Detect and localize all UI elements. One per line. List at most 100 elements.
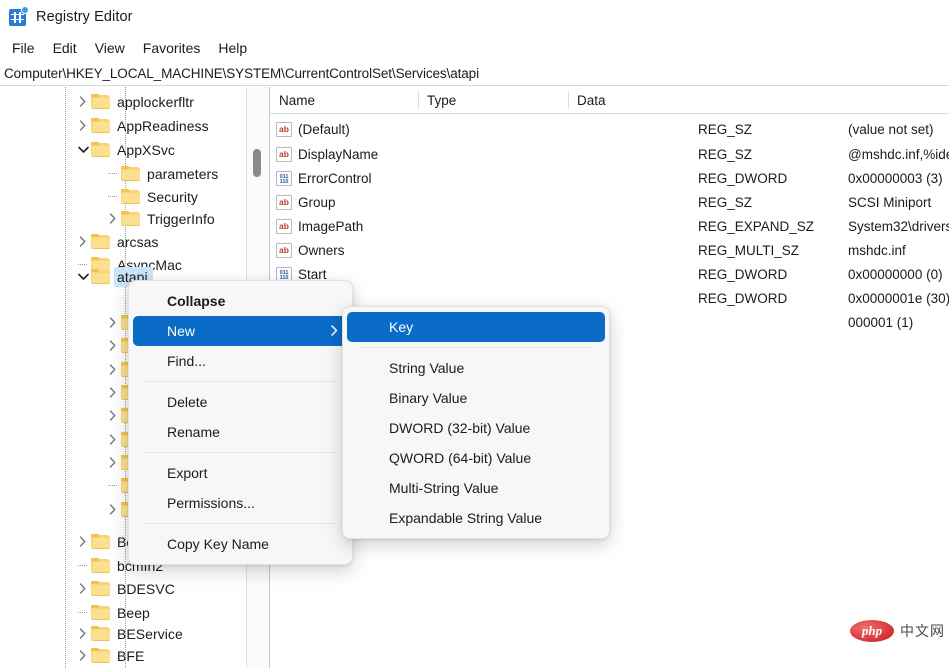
chevron-right-icon[interactable] (105, 497, 121, 522)
value-name: DisplayName (298, 147, 379, 162)
context-menu-item-permissions[interactable]: Permissions... (133, 488, 348, 518)
chevron-right-icon[interactable] (75, 89, 91, 114)
menu-favorites[interactable]: Favorites (134, 37, 210, 59)
chevron-down-icon[interactable] (75, 137, 91, 162)
table-row[interactable]: ab (Default) REG_SZ (value not set) (270, 117, 949, 142)
address-bar[interactable]: Computer\HKEY_LOCAL_MACHINE\SYSTEM\Curre… (0, 62, 949, 86)
chevron-right-icon[interactable] (75, 576, 91, 601)
folder-icon (91, 269, 110, 284)
chevron-right-icon[interactable] (75, 529, 91, 554)
dword-value-icon: 011 110 (276, 171, 292, 186)
submenu-item-dword-value[interactable]: DWORD (32-bit) Value (347, 413, 605, 443)
submenu-item-binary-value[interactable]: Binary Value (347, 383, 605, 413)
value-data: mshdc.inf (848, 243, 906, 258)
tree-item-label: arcsas (117, 233, 159, 250)
context-menu-separator (145, 452, 336, 453)
context-menu-item-new-label: New (167, 323, 196, 339)
string-value-icon: ab (276, 147, 292, 162)
tree-item-appxsvc[interactable]: AppXSvc (75, 137, 175, 162)
menu-bar: File Edit View Favorites Help (0, 34, 949, 62)
context-menu-item-copy-key-name[interactable]: Copy Key Name (133, 529, 348, 559)
folder-icon (91, 118, 110, 133)
menu-help[interactable]: Help (209, 37, 256, 59)
tree-item-bdesvc[interactable]: BDESVC (75, 576, 175, 601)
tree-item-label: applockerfltr (117, 93, 194, 110)
chevron-right-icon[interactable] (105, 427, 121, 452)
chevron-right-icon[interactable] (105, 450, 121, 475)
registry-path: Computer\HKEY_LOCAL_MACHINE\SYSTEM\Curre… (4, 66, 479, 81)
tree-item-applockerfltr[interactable]: applockerfltr (75, 89, 194, 114)
folder-icon (91, 581, 110, 596)
chevron-down-icon[interactable] (75, 264, 91, 289)
chevron-right-icon[interactable] (105, 357, 121, 382)
table-row[interactable]: ab Owners REG_MULTI_SZ mshdc.inf (270, 238, 949, 263)
submenu-item-key[interactable]: Key (347, 312, 605, 342)
context-menu[interactable]: Collapse New Find... Delete Rename Expor… (128, 280, 353, 565)
value-data: @mshdc.inf,%idechannel.DeviceDesc%;IDE C… (848, 147, 949, 162)
value-name: ErrorControl (298, 171, 372, 186)
submenu-item-expandable-string-value[interactable]: Expandable String Value (347, 503, 605, 533)
submenu-item-qword-value[interactable]: QWORD (64-bit) Value (347, 443, 605, 473)
table-row[interactable]: ab DisplayName REG_SZ @mshdc.inf,%idechanne… (270, 142, 949, 167)
context-menu-item-new[interactable]: New (133, 316, 348, 346)
submenu-item-string-value[interactable]: String Value (347, 353, 605, 383)
chevron-right-icon[interactable] (75, 643, 91, 668)
value-name: Owners (298, 243, 345, 258)
value-name: ImagePath (298, 219, 364, 234)
value-data: 0x0000001e (30) (848, 291, 949, 306)
column-header-type[interactable]: Type (418, 87, 568, 113)
tree-item-label: Security (147, 188, 198, 205)
value-data: 000001 (1) (848, 315, 914, 330)
context-menu-item-export[interactable]: Export (133, 458, 348, 488)
string-value-icon: ab (276, 122, 292, 137)
watermark: php 中文网 (850, 620, 945, 642)
chevron-right-icon[interactable] (105, 380, 121, 405)
menu-edit[interactable]: Edit (44, 37, 86, 59)
column-header-data[interactable]: Data (568, 87, 949, 113)
chevron-right-icon[interactable] (75, 229, 91, 254)
value-type: REG_DWORD (698, 171, 788, 186)
window-title: Registry Editor (36, 9, 133, 25)
folder-icon (91, 94, 110, 109)
value-data: 0x00000000 (0) (848, 267, 943, 282)
tree-item-appreadiness[interactable]: AppReadiness (75, 113, 209, 138)
string-value-icon: ab (276, 243, 292, 258)
menu-file[interactable]: File (3, 37, 44, 59)
column-header-name[interactable]: Name (270, 87, 418, 113)
chevron-right-icon[interactable] (75, 113, 91, 138)
chevron-right-icon[interactable] (105, 310, 121, 335)
new-submenu[interactable]: Key String Value Binary Value DWORD (32-… (342, 306, 610, 539)
table-row[interactable]: ab Group REG_SZ SCSI Miniport (270, 190, 949, 215)
tree-scrollbar-thumb[interactable] (253, 149, 261, 177)
value-type: REG_DWORD (698, 291, 788, 306)
value-type: REG_SZ (698, 122, 753, 137)
menu-view[interactable]: View (86, 37, 134, 59)
chevron-right-icon[interactable] (105, 206, 121, 231)
folder-icon (121, 166, 140, 181)
context-menu-item-rename[interactable]: Rename (133, 417, 348, 447)
folder-icon (91, 605, 110, 620)
table-row[interactable]: 011 110 Start REG_DWORD 0x00000000 (0) (270, 262, 949, 287)
value-list-header: Name Type Data (270, 87, 949, 114)
table-row[interactable]: 011 110 ErrorControl REG_DWORD 0x00000003 (3… (270, 166, 949, 191)
tree-leaf-marker (105, 161, 121, 186)
watermark-text: 中文网 (900, 623, 945, 639)
value-name: Group (298, 195, 336, 210)
tree-leaf-marker (105, 473, 121, 498)
context-menu-item-delete[interactable]: Delete (133, 387, 348, 417)
table-row[interactable]: ab ImagePath REG_EXPAND_SZ System32\drivers… (270, 214, 949, 239)
chevron-right-icon[interactable] (105, 333, 121, 358)
tree-item-label: parameters (147, 165, 219, 182)
tree-item-triggerinfo[interactable]: TriggerInfo (105, 206, 215, 231)
folder-icon (91, 534, 110, 549)
context-menu-item-collapse[interactable]: Collapse (133, 286, 348, 316)
tree-item-bfe[interactable]: BFE (75, 643, 144, 668)
tree-item-parameters[interactable]: parameters (105, 161, 218, 186)
chevron-right-icon[interactable] (105, 403, 121, 428)
registry-editor-window: Registry Editor File Edit View Favorites… (0, 0, 949, 668)
tree-item-arcsas[interactable]: arcsas (75, 229, 159, 254)
context-menu-item-find[interactable]: Find... (133, 346, 348, 376)
submenu-item-multi-string-value[interactable]: Multi-String Value (347, 473, 605, 503)
context-menu-separator (145, 381, 336, 382)
folder-icon (91, 142, 110, 157)
